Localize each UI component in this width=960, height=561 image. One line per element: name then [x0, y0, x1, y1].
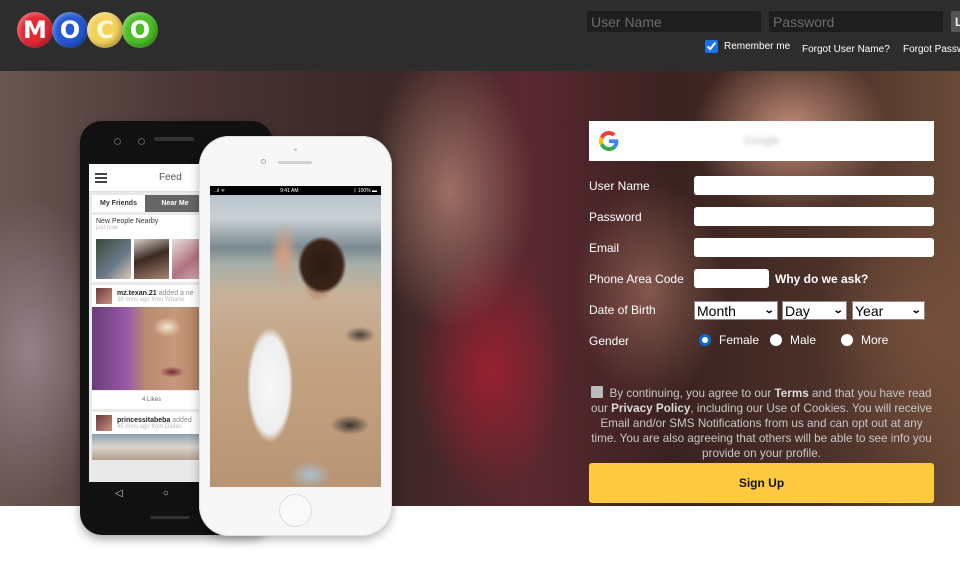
- logo-ball-o2: O: [122, 12, 158, 48]
- android-screen: Feed My Friends Near Me New People Nearb…: [89, 164, 214, 482]
- year-select-value: Year: [855, 302, 884, 319]
- front-camera-icon: [261, 159, 266, 164]
- post-username: mz.texan.21: [117, 289, 157, 297]
- feed-title: Feed: [159, 172, 182, 183]
- logo-ball-c: C: [87, 12, 123, 48]
- post-likes: 4 Likes: [92, 390, 211, 409]
- android-nav-bar: ◁ ○: [89, 482, 214, 504]
- post-action: added: [172, 416, 192, 424]
- gender-male-option[interactable]: Male: [770, 333, 816, 347]
- profile-thumbnail: [134, 239, 169, 279]
- male-radio[interactable]: [770, 334, 782, 346]
- moco-logo[interactable]: M O C O: [17, 12, 158, 48]
- username-label: User Name: [589, 179, 650, 193]
- phone-area-code-input[interactable]: [694, 269, 769, 288]
- iphone-status-bar: ..ıl ᯤ 9:41 AM ᛒ 100% ▬: [210, 186, 381, 195]
- day-select[interactable]: Day ⌄: [782, 301, 847, 320]
- nearby-title: New People Nearby: [96, 218, 159, 225]
- profile-thumbnail: [96, 239, 131, 279]
- avatar: [96, 288, 112, 304]
- home-button: [279, 494, 312, 527]
- post-username: princessitabeba: [117, 416, 171, 424]
- day-select-value: Day: [785, 302, 810, 319]
- feed-tabs: My Friends Near Me: [92, 195, 211, 212]
- gender-female-option[interactable]: Female: [699, 333, 759, 347]
- date-of-birth-label: Date of Birth: [589, 303, 656, 317]
- app-topbar: Feed: [89, 164, 214, 192]
- top-header: M O C O L Remember me Forgot User Name? …: [0, 0, 960, 71]
- male-label: Male: [790, 333, 817, 347]
- speaker-grille: [154, 137, 194, 141]
- post-photo: [92, 307, 211, 390]
- battery-indicator: ᛒ 100% ▬: [353, 187, 377, 194]
- forgot-username-link[interactable]: Forgot User Name?: [802, 44, 890, 55]
- remember-me[interactable]: Remember me: [705, 40, 790, 53]
- hamburger-menu-icon: [95, 171, 107, 185]
- signup-username-input[interactable]: [694, 176, 934, 195]
- back-icon: ◁: [115, 487, 123, 499]
- gender-label: Gender: [589, 334, 630, 348]
- chevron-down-icon: ⌄: [763, 305, 775, 316]
- female-label: Female: [719, 333, 760, 347]
- header-password-input[interactable]: [769, 11, 943, 32]
- beach-photo: [210, 195, 381, 487]
- privacy-policy-link[interactable]: Privacy Policy: [611, 402, 690, 415]
- sensor-dot: [294, 148, 297, 151]
- google-button-label: Google: [743, 135, 780, 147]
- why-do-we-ask-link[interactable]: Why do we ask?: [775, 272, 868, 286]
- post-photo: [92, 434, 211, 460]
- sensor-icon: [138, 138, 145, 145]
- signup-password-input[interactable]: [694, 207, 934, 226]
- remember-me-label: Remember me: [724, 41, 791, 52]
- phone-area-code-label: Phone Area Code: [589, 272, 684, 286]
- password-label: Password: [589, 210, 642, 224]
- terms-checkbox[interactable]: [591, 386, 604, 398]
- tab-near-me: Near Me: [145, 195, 205, 212]
- home-icon: ○: [162, 487, 169, 499]
- more-radio[interactable]: [841, 334, 853, 346]
- tab-my-friends: My Friends: [92, 195, 145, 212]
- forgot-password-link[interactable]: Forgot Passw: [903, 44, 960, 55]
- post-meta: 45 mins ago from Dallas: [117, 423, 182, 430]
- earpiece: [278, 161, 312, 164]
- login-button[interactable]: L: [951, 11, 960, 32]
- phone-bottom-bar: [150, 516, 190, 519]
- logo-ball-m: M: [17, 12, 53, 48]
- signup-email-input[interactable]: [694, 238, 934, 257]
- nearby-card: New People Nearby just now: [92, 215, 211, 282]
- nearby-thumbnails: [96, 239, 207, 279]
- month-select[interactable]: Month ⌄: [694, 301, 778, 320]
- gender-more-option[interactable]: More: [841, 333, 888, 347]
- terms-link[interactable]: Terms: [775, 387, 809, 400]
- chevron-down-icon: ⌄: [910, 305, 922, 316]
- logo-ball-o: O: [52, 12, 88, 48]
- email-label: Email: [589, 241, 620, 255]
- google-icon: [599, 131, 619, 151]
- signal-wifi-icon: ..ıl ᯤ: [214, 187, 226, 194]
- remember-me-checkbox[interactable]: [705, 40, 718, 53]
- header-username-input[interactable]: [587, 11, 761, 32]
- nearby-time: just now: [96, 225, 119, 231]
- post-action: added a ne: [158, 289, 194, 297]
- iphone-mockup: ..ıl ᯤ 9:41 AM ᛒ 100% ▬: [199, 136, 392, 536]
- more-label: More: [861, 333, 889, 347]
- sign-up-button[interactable]: Sign Up: [589, 463, 934, 503]
- terms-notice: By continuing, you agree to our Terms an…: [590, 386, 933, 460]
- status-time: 9:41 AM: [280, 187, 299, 194]
- feed-post: mz.texan.21 added a ne 38 mins ago from …: [92, 285, 211, 307]
- month-select-value: Month: [697, 302, 736, 319]
- feed-post: princessitabeba added 45 mins ago from D…: [92, 412, 211, 434]
- iphone-screen: ..ıl ᯤ 9:41 AM ᛒ 100% ▬: [210, 186, 381, 487]
- chevron-down-icon: ⌄: [832, 305, 844, 316]
- year-select[interactable]: Year ⌄: [852, 301, 925, 320]
- google-signin-button[interactable]: Google: [589, 121, 934, 161]
- camera-icon: [114, 138, 121, 145]
- female-radio[interactable]: [699, 334, 711, 346]
- post-meta: 38 mins ago from Wharto: [117, 296, 185, 303]
- avatar: [96, 415, 112, 431]
